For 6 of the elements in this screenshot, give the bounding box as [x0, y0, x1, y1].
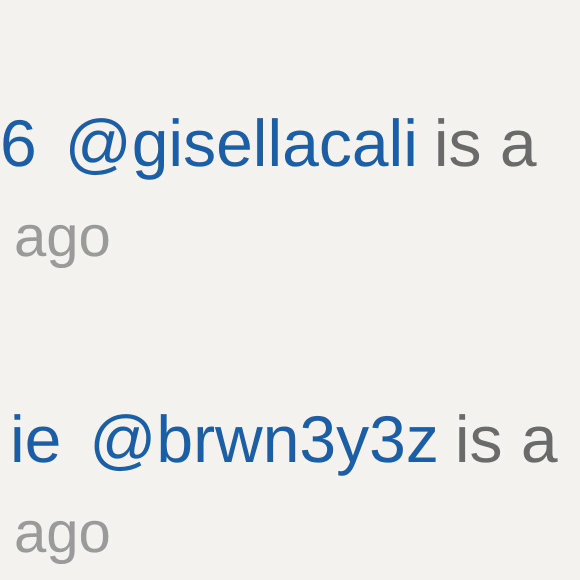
username-link[interactable]: ie: [10, 406, 62, 472]
username-link[interactable]: 6: [0, 110, 37, 176]
timestamp: ago: [14, 208, 111, 266]
comment-text: is a: [454, 406, 558, 472]
timestamp: ago: [14, 504, 111, 562]
comment-text: is a: [434, 110, 537, 176]
